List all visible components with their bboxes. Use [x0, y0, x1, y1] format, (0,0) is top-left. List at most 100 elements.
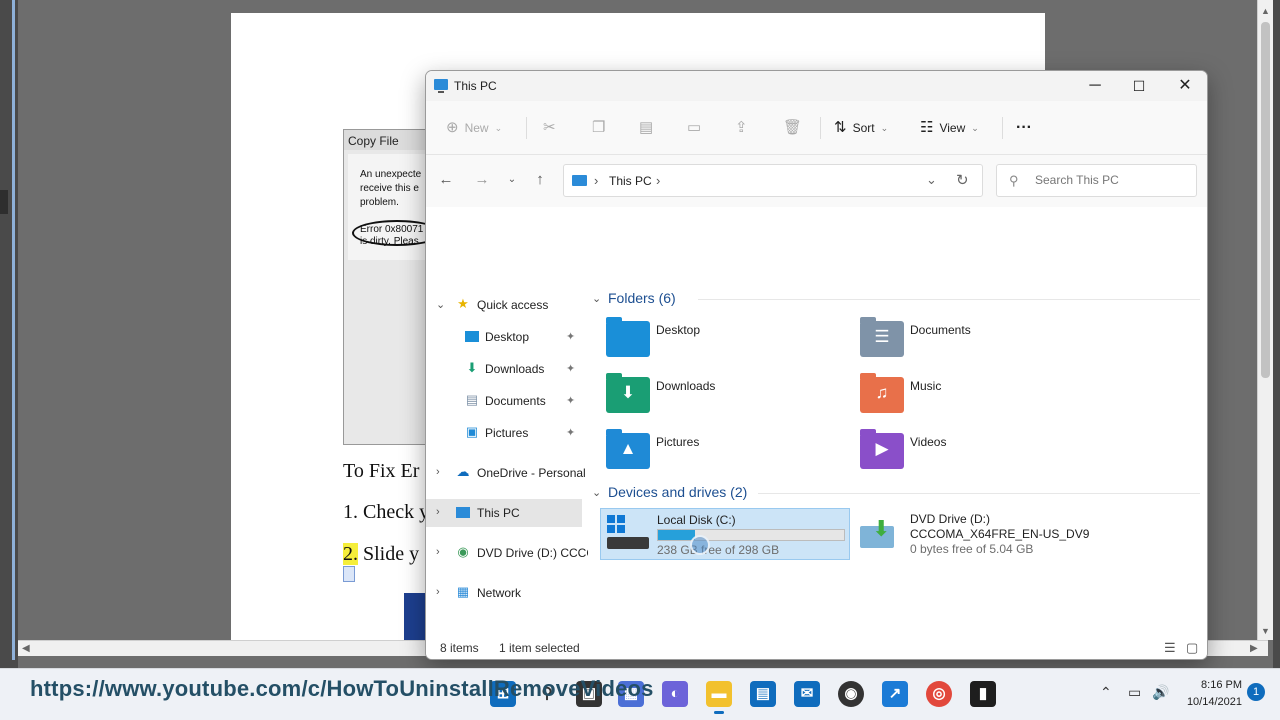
star-icon: ★: [457, 296, 469, 311]
store-icon[interactable]: ▤: [750, 681, 776, 707]
section-divider: [698, 299, 1200, 300]
pictures-icon: ▣: [465, 424, 479, 439]
volume-icon[interactable]: 🔊: [1152, 684, 1169, 701]
channel-url-watermark: https://www.youtube.com/c/HowToUninstall…: [30, 676, 654, 701]
folder-pictures[interactable]: ▲ Pictures: [606, 429, 856, 483]
nav-dvd-drive[interactable]: › ◉ DVD Drive (D:) CCCOMA_X64FRE_EN-US_D…: [426, 539, 588, 567]
up-button[interactable]: ↑: [530, 171, 550, 188]
chevron-down-icon: ⌄: [494, 122, 503, 133]
refresh-icon[interactable]: ↻: [956, 171, 969, 189]
desktop-icon: [465, 331, 479, 342]
editor-app-icon[interactable]: ↗: [882, 681, 908, 707]
scroll-left-icon[interactable]: ◀: [22, 643, 30, 654]
drive-dvd-d[interactable]: ⬇ DVD Drive (D:) CCCOMA_X64FRE_EN-US_DV9…: [854, 508, 1104, 560]
chevron-down-icon[interactable]: ⌄: [436, 298, 445, 311]
folder-downloads[interactable]: ⬇ Downloads: [606, 373, 856, 427]
chevron-down-icon[interactable]: ⌄: [592, 292, 608, 305]
view-button[interactable]: ☷ View ⌄: [920, 117, 979, 139]
nav-documents[interactable]: ▤ Documents ✦: [426, 387, 582, 415]
panel-tick: [0, 190, 8, 214]
network-status-icon[interactable]: ▭: [1128, 684, 1141, 701]
drive-local-disk-c[interactable]: Local Disk (C:) 238 GB free of 298 GB: [600, 508, 850, 560]
back-button[interactable]: ←: [436, 171, 456, 188]
media-player-icon[interactable]: ◉: [838, 681, 864, 707]
drive-free-space: 238 GB free of 298 GB: [657, 543, 780, 557]
details-view-icon[interactable]: ☰: [1164, 640, 1176, 656]
nav-quick-access[interactable]: ⌄ ★ Quick access: [426, 291, 582, 319]
nav-downloads[interactable]: ⬇ Downloads ✦: [426, 355, 582, 383]
folder-name: Downloads: [656, 379, 716, 393]
chevron-right-icon[interactable]: ›: [594, 173, 598, 188]
nav-desktop[interactable]: Desktop ✦: [426, 323, 582, 351]
scroll-down-icon[interactable]: ▼: [1261, 626, 1270, 636]
delete-button[interactable]: 🗑: [783, 117, 802, 139]
scissors-icon: ✂: [543, 119, 556, 136]
nav-pictures[interactable]: ▣ Pictures ✦: [426, 419, 582, 447]
sort-label: Sort: [852, 121, 875, 135]
search-box[interactable]: ⚲: [996, 164, 1197, 197]
doc-line-slide: 2. Slide y: [343, 543, 419, 566]
drives-section-header[interactable]: ⌄ Devices and drives (2): [592, 484, 747, 500]
pictures-folder-icon: ▲: [606, 429, 650, 469]
new-button[interactable]: ⊕ New ⌄: [446, 117, 502, 139]
address-dropdown-icon[interactable]: ⌄: [926, 172, 937, 188]
recent-locations-icon[interactable]: ⌄: [502, 174, 522, 185]
title-bar[interactable]: This PC ─ ☐ ✕: [426, 71, 1207, 101]
share-button[interactable]: ⇪: [735, 117, 748, 139]
more-options-button[interactable]: ···: [1016, 117, 1032, 139]
folder-name: Music: [910, 379, 942, 393]
nav-label: Pictures: [485, 426, 529, 440]
close-button[interactable]: ✕: [1162, 75, 1207, 99]
dvd-drive-icon: ⬇: [860, 514, 902, 552]
toolbar-separator: [1002, 117, 1003, 139]
folder-videos[interactable]: ▶ Videos: [860, 429, 1110, 483]
scroll-up-icon[interactable]: ▲: [1261, 6, 1270, 16]
selection-count: 1 item selected: [499, 641, 580, 655]
folders-section-header[interactable]: ⌄ Folders (6): [592, 290, 676, 306]
mail-icon[interactable]: ✉: [794, 681, 820, 707]
copy-icon: ❐: [592, 119, 606, 136]
nav-label: DVD Drive (D:) CCCOMA_X64FRE_EN-US_DV9: [477, 546, 588, 560]
forward-button[interactable]: →: [472, 171, 492, 188]
rename-button[interactable]: ▭: [687, 117, 701, 139]
folder-documents[interactable]: ☰ Documents: [860, 317, 1110, 371]
folder-desktop[interactable]: Desktop: [606, 317, 856, 371]
address-bar[interactable]: › This PC › ⌄ ↻: [563, 164, 983, 197]
copy-button[interactable]: ❐: [592, 117, 605, 139]
minimize-button[interactable]: ─: [1072, 75, 1118, 99]
notification-badge[interactable]: 1: [1247, 683, 1265, 701]
breadcrumb-this-pc[interactable]: This PC: [609, 174, 652, 188]
clock[interactable]: 8:16 PM 10/14/2021: [1184, 677, 1242, 711]
paste-button[interactable]: ▤: [639, 117, 653, 139]
chevron-right-icon[interactable]: ›: [436, 466, 440, 478]
pin-icon: ✦: [566, 363, 576, 375]
teams-chat-icon[interactable]: ◐: [662, 681, 688, 707]
maximize-button[interactable]: ☐: [1116, 75, 1162, 99]
window-title: This PC: [454, 79, 497, 93]
sort-button[interactable]: ⇅ Sort ⌄: [834, 117, 888, 139]
nav-this-pc[interactable]: › This PC: [426, 499, 582, 527]
chevron-down-icon[interactable]: ⌄: [592, 486, 608, 499]
chevron-right-icon[interactable]: ›: [436, 586, 440, 598]
chevron-right-icon[interactable]: ›: [656, 173, 660, 188]
folder-music[interactable]: ♫ Music: [860, 373, 1110, 427]
file-explorer-taskbar-icon[interactable]: ▬: [706, 681, 732, 714]
view-list-icon: ☷: [920, 119, 934, 136]
chevron-right-icon[interactable]: ›: [436, 506, 440, 518]
show-hidden-icons[interactable]: ⌃: [1100, 684, 1112, 701]
tiles-view-icon[interactable]: ▢: [1186, 640, 1198, 656]
cut-button[interactable]: ✂: [543, 117, 556, 139]
scrollbar-thumb[interactable]: [1261, 22, 1270, 378]
this-pc-icon: [434, 79, 448, 93]
chevron-right-icon[interactable]: ›: [436, 546, 440, 558]
search-input[interactable]: [1035, 173, 1185, 187]
nav-label: This PC: [477, 506, 520, 520]
vertical-scrollbar[interactable]: ▲ ▼: [1257, 0, 1273, 640]
more-dots-icon: ···: [1016, 119, 1032, 136]
terminal-icon[interactable]: ▮: [970, 681, 996, 707]
nav-network[interactable]: › ▦ Network: [426, 579, 582, 607]
chrome-icon[interactable]: ◎: [926, 681, 952, 707]
scroll-right-icon[interactable]: ▶: [1250, 643, 1258, 654]
nav-onedrive[interactable]: › ☁ OneDrive - Personal: [426, 459, 586, 487]
highlighted-number: 2.: [343, 543, 358, 565]
